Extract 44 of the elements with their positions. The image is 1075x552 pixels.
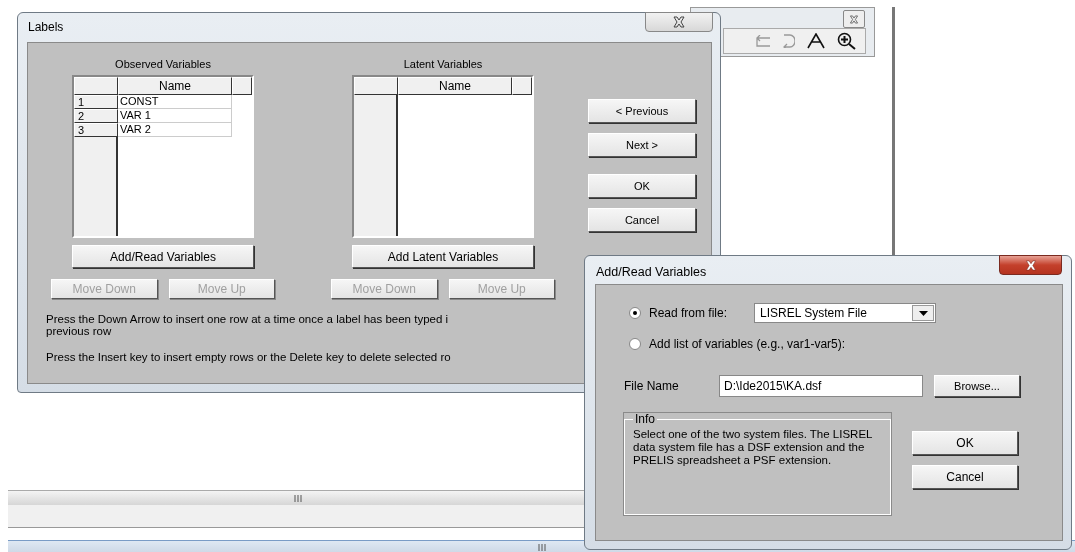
- radio-label: Read from file:: [649, 306, 729, 320]
- add-variables-button[interactable]: Add Latent Variables: [352, 245, 534, 268]
- text-icon[interactable]: [807, 33, 825, 49]
- browse-button[interactable]: Browse...: [934, 375, 1020, 397]
- table-cell[interactable]: VAR 2: [118, 123, 232, 137]
- column-header: Name: [398, 77, 512, 95]
- close-button[interactable]: [645, 12, 713, 32]
- close-icon: [849, 14, 859, 24]
- info-text: Select one of the two system files. The LISREL data system file has a DSF extension and the PRELIS spreadsheet a PSF extension.: [633, 428, 874, 467]
- redo-icon[interactable]: [783, 34, 795, 48]
- dialog-button[interactable]: Cancel: [912, 465, 1018, 489]
- window-title: Labels: [28, 20, 64, 34]
- dialog-button[interactable]: OK: [588, 174, 696, 198]
- file-name-field[interactable]: D:\Ide2015\KA.dsf: [719, 375, 923, 397]
- radio-label: Add list of variables (e.g., var1-var5):: [649, 337, 846, 351]
- file-type-dropdown[interactable]: LISREL System File: [754, 303, 936, 323]
- window-title: Add/Read Variables: [596, 265, 707, 279]
- hint-text: Press the Down Arrow to insert one row at a time once a label has been typed i previous row: [46, 313, 450, 337]
- radio-button[interactable]: [629, 338, 641, 350]
- zoom-in-icon[interactable]: [837, 32, 857, 50]
- grip-icon: [536, 543, 547, 551]
- hint-text: Press the Insert key to insert empty rows or the Delete key to delete selected ro: [46, 351, 452, 363]
- dropdown-arrow-icon: [918, 310, 928, 316]
- field-label: File Name: [624, 379, 680, 393]
- row-header[interactable]: 3: [74, 123, 118, 137]
- radio-button[interactable]: [629, 307, 641, 319]
- table-cell[interactable]: VAR 1: [118, 109, 232, 123]
- table-cell[interactable]: CONST: [118, 95, 232, 109]
- section-heading: Latent Variables: [403, 58, 483, 71]
- dialog-button[interactable]: Cancel: [588, 208, 696, 232]
- group-title: Info: [634, 413, 656, 426]
- dialog-button[interactable]: Next >: [588, 133, 696, 157]
- dialog-button[interactable]: OK: [912, 431, 1018, 455]
- grip-icon: [293, 494, 303, 502]
- row-header[interactable]: 2: [74, 109, 118, 123]
- close-icon: [1023, 259, 1038, 271]
- column-header: Name: [118, 77, 232, 95]
- undo-icon[interactable]: [755, 35, 771, 47]
- add-variables-button[interactable]: Add/Read Variables: [72, 245, 254, 268]
- row-header[interactable]: 1: [74, 95, 118, 109]
- dialog-button[interactable]: < Previous: [588, 99, 696, 123]
- close-icon: [672, 16, 686, 28]
- section-heading: Observed Variables: [115, 58, 211, 71]
- close-button[interactable]: [999, 255, 1062, 275]
